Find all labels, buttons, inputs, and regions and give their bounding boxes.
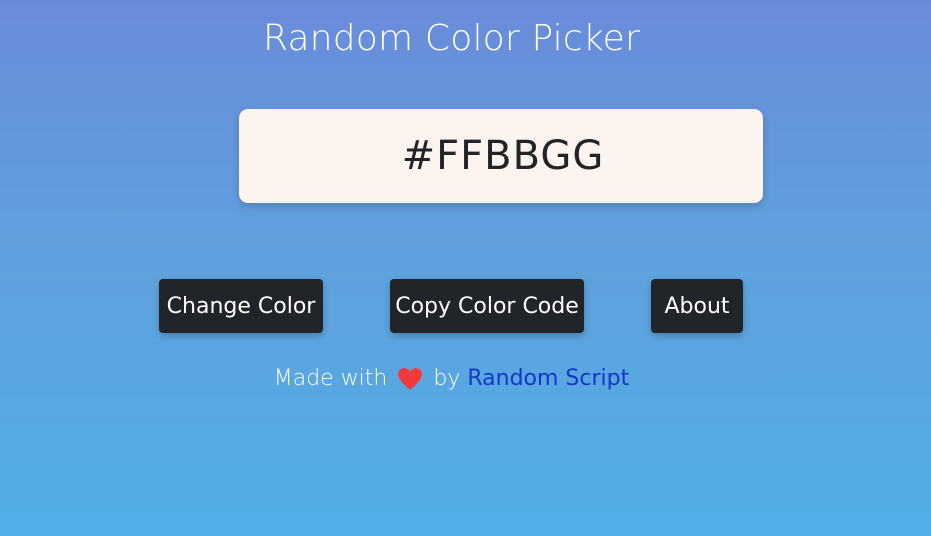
page-title: Random Color Picker bbox=[263, 18, 640, 59]
made-with-text: Made with bbox=[273, 366, 388, 391]
footer-credit: Made with by Random Script bbox=[0, 366, 903, 391]
by-text: by bbox=[433, 366, 461, 391]
change-color-button[interactable]: Change Color bbox=[159, 279, 323, 333]
author-link[interactable]: Random Script bbox=[467, 366, 629, 391]
copy-color-code-button[interactable]: Copy Color Code bbox=[390, 279, 584, 333]
color-display-box: #FFBBGG bbox=[239, 109, 763, 203]
color-code-text: #FFBBGG bbox=[401, 133, 605, 179]
heart-icon bbox=[397, 367, 423, 391]
about-button[interactable]: About bbox=[651, 279, 743, 333]
